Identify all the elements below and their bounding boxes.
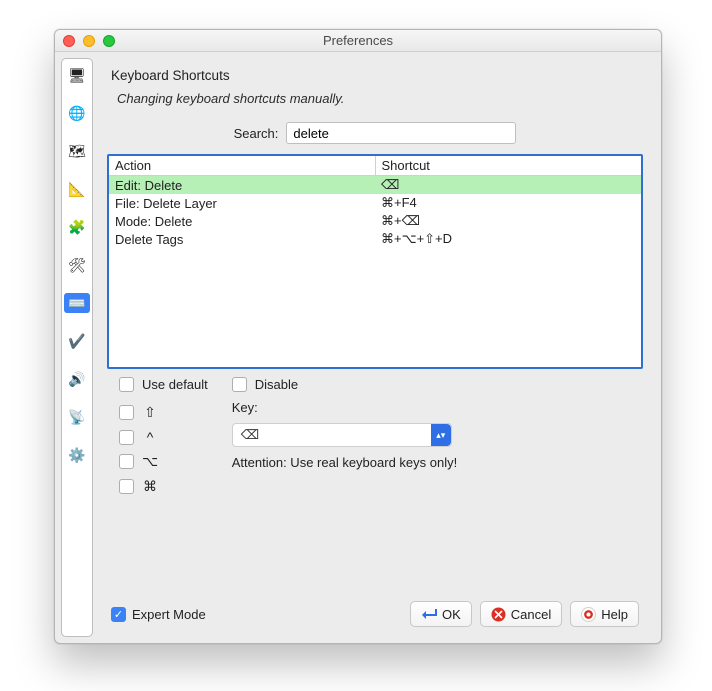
tab-toolbar[interactable]: 🛠 bbox=[64, 255, 90, 275]
tab-display-icon: 🖥 bbox=[68, 68, 86, 82]
cell-shortcut: ⌘+F4 bbox=[375, 194, 641, 212]
column-action[interactable]: Action bbox=[109, 156, 375, 176]
cancel-button[interactable]: Cancel bbox=[480, 601, 562, 627]
disable-label: Disable bbox=[255, 377, 298, 392]
tab-shortcuts-icon: ⌨️ bbox=[68, 296, 85, 310]
help-button[interactable]: Help bbox=[570, 601, 639, 627]
tab-plugins[interactable]: 🧩 bbox=[64, 217, 90, 237]
modifier-cmd-label: ⌘ bbox=[142, 478, 158, 495]
tab-projection-icon: 📐 bbox=[68, 182, 85, 196]
tab-toolbar-icon: 🛠 bbox=[68, 258, 86, 272]
tab-audio-icon: 🔊 bbox=[68, 372, 85, 386]
key-label: Key: bbox=[232, 400, 643, 415]
attention-text: Attention: Use real keyboard keys only! bbox=[232, 455, 643, 470]
cell-action: Delete Tags bbox=[109, 230, 375, 248]
titlebar: Preferences bbox=[55, 30, 661, 52]
return-icon bbox=[421, 607, 437, 621]
tab-map-icon: 🗺 bbox=[68, 144, 86, 158]
key-select[interactable]: ⌫ ▴▾ bbox=[232, 423, 452, 447]
shortcuts-panel: Keyboard Shortcuts Changing keyboard sho… bbox=[99, 52, 661, 643]
table-row[interactable]: Edit: Delete⌫ bbox=[109, 176, 641, 195]
modifier-shift-label: ⇧ bbox=[142, 404, 158, 421]
tab-connection[interactable]: 🌐 bbox=[64, 103, 90, 123]
tab-advanced-icon: ⚙️ bbox=[68, 448, 85, 462]
expert-mode-checkbox[interactable]: ✓ bbox=[111, 607, 126, 622]
ok-button-label: OK bbox=[442, 607, 461, 622]
tab-connection-icon: 🌐 bbox=[68, 106, 85, 120]
use-default-label: Use default bbox=[142, 377, 208, 392]
tab-map[interactable]: 🗺 bbox=[64, 141, 90, 161]
modifier-ctrl-label: ^ bbox=[142, 429, 158, 445]
modifier-shift-checkbox[interactable] bbox=[119, 405, 134, 420]
tab-shortcuts[interactable]: ⌨️ bbox=[64, 293, 90, 313]
cancel-icon bbox=[491, 607, 506, 622]
disable-checkbox[interactable] bbox=[232, 377, 247, 392]
help-icon bbox=[581, 607, 596, 622]
tab-audio[interactable]: 🔊 bbox=[64, 369, 90, 389]
search-input[interactable] bbox=[286, 122, 516, 144]
key-select-value: ⌫ bbox=[233, 427, 431, 443]
tab-plugins-icon: 🧩 bbox=[68, 220, 85, 234]
ok-button[interactable]: OK bbox=[410, 601, 472, 627]
cancel-button-label: Cancel bbox=[511, 607, 551, 622]
search-label: Search: bbox=[234, 126, 279, 141]
panel-title: Keyboard Shortcuts bbox=[111, 68, 643, 83]
cell-action: Mode: Delete bbox=[109, 212, 375, 230]
table-row[interactable]: Delete Tags⌘+⌥+⇧+D bbox=[109, 230, 641, 248]
tab-validator-icon: ✔️ bbox=[68, 334, 85, 348]
cell-action: File: Delete Layer bbox=[109, 194, 375, 212]
cell-action: Edit: Delete bbox=[109, 176, 375, 195]
modifier-alt-label: ⌥ bbox=[142, 453, 158, 470]
tab-display[interactable]: 🖥 bbox=[64, 65, 90, 85]
modifier-cmd-checkbox[interactable] bbox=[119, 479, 134, 494]
preferences-window: Preferences 🖥 🌐 🗺 📐 🧩 🛠 ⌨️ ✔️ 🔊 📡 ⚙️ Keyboard Shor… bbox=[54, 29, 662, 644]
tab-advanced[interactable]: ⚙️ bbox=[64, 445, 90, 465]
tab-remote[interactable]: 📡 bbox=[64, 407, 90, 427]
tab-validator[interactable]: ✔️ bbox=[64, 331, 90, 351]
expert-mode-label: Expert Mode bbox=[132, 607, 206, 622]
cell-shortcut: ⌘+⌥+⇧+D bbox=[375, 230, 641, 248]
preferences-sidebar: 🖥 🌐 🗺 📐 🧩 🛠 ⌨️ ✔️ 🔊 📡 ⚙️ bbox=[61, 58, 93, 637]
tab-projection[interactable]: 📐 bbox=[64, 179, 90, 199]
table-row[interactable]: Mode: Delete⌘+⌫ bbox=[109, 212, 641, 230]
shortcuts-table[interactable]: Action Shortcut Edit: Delete⌫File: Delet… bbox=[107, 154, 643, 369]
panel-description: Changing keyboard shortcuts manually. bbox=[117, 91, 643, 106]
modifier-ctrl-checkbox[interactable] bbox=[119, 430, 134, 445]
help-button-label: Help bbox=[601, 607, 628, 622]
window-title: Preferences bbox=[55, 33, 661, 48]
table-row[interactable]: File: Delete Layer⌘+F4 bbox=[109, 194, 641, 212]
use-default-checkbox[interactable] bbox=[119, 377, 134, 392]
column-shortcut[interactable]: Shortcut bbox=[375, 156, 641, 176]
modifier-alt-checkbox[interactable] bbox=[119, 454, 134, 469]
tab-remote-icon: 📡 bbox=[68, 410, 85, 424]
chevron-up-down-icon: ▴▾ bbox=[431, 424, 451, 446]
cell-shortcut: ⌫ bbox=[375, 176, 641, 195]
cell-shortcut: ⌘+⌫ bbox=[375, 212, 641, 230]
